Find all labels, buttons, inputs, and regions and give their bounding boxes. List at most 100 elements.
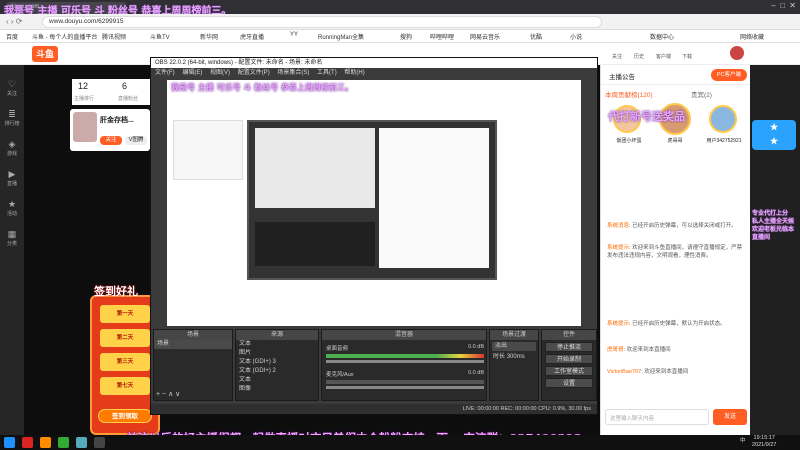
tab-announce[interactable]: 主播公告 bbox=[609, 71, 635, 81]
settings-button[interactable]: 设置 bbox=[545, 378, 593, 388]
bookmark-item[interactable]: RunningMan全集 bbox=[318, 32, 364, 41]
obs-titlebar[interactable]: OBS 22.0.2 (64-bit, windows) - 配置文件: 未命名… bbox=[151, 58, 597, 68]
mixer-dock: 混音器 桌面音频 0.0 dB 麦克风/Aux 0.0 dB bbox=[321, 329, 487, 401]
bookmark-item[interactable]: 数据中心 bbox=[650, 32, 674, 41]
bookmark-item[interactable]: 百度 bbox=[6, 32, 18, 41]
app-icon[interactable] bbox=[40, 437, 51, 448]
msg-user[interactable]: 系统消息 bbox=[607, 223, 629, 229]
window-controls[interactable]: – □ ✕ bbox=[771, 1, 796, 10]
source-item[interactable]: 图片 bbox=[236, 349, 318, 358]
header-icon-follow[interactable]: 关注 bbox=[612, 53, 622, 60]
menu-tools[interactable]: 工具(T) bbox=[317, 70, 337, 76]
start-icon[interactable] bbox=[4, 437, 15, 448]
nav-item-live[interactable]: ▶ 直播 bbox=[2, 169, 22, 187]
bookmark-item[interactable]: 搜狗 bbox=[400, 32, 412, 41]
send-button[interactable]: 发送 bbox=[713, 409, 747, 425]
studio-mode-button[interactable]: 工作室模式 bbox=[545, 366, 593, 376]
app-icon[interactable] bbox=[58, 437, 69, 448]
menu-file[interactable]: 文件(F) bbox=[155, 70, 175, 76]
scene-item[interactable]: 场景 bbox=[154, 340, 232, 349]
header-icon-history[interactable]: 历史 bbox=[634, 53, 644, 60]
mixer-slider[interactable] bbox=[326, 386, 484, 389]
chat-message: 虎哥哥: 欢迎来到本直播间 bbox=[607, 347, 671, 353]
duration-field[interactable]: 300ms bbox=[507, 354, 525, 360]
rank-sub[interactable]: 贵宾(2) bbox=[691, 89, 712, 99]
bookmark-item[interactable]: 斗鱼 - 每个人的直播平台 bbox=[32, 32, 97, 41]
bookmark-item[interactable]: 腾讯视频 bbox=[102, 32, 126, 41]
start-recording-button[interactable]: 开始录制 bbox=[545, 354, 593, 364]
mixer-slider[interactable] bbox=[326, 360, 484, 363]
rank-label[interactable]: 本周贡献榜(120) bbox=[605, 89, 653, 99]
address-bar: ‹ › ⟳ www.douyu.com/6299915 bbox=[0, 14, 800, 30]
obs-taskbar-icon[interactable] bbox=[94, 437, 105, 448]
pc-client-button[interactable]: PC客户端 bbox=[711, 69, 747, 81]
bookmark-item[interactable]: 哔哩哔哩 bbox=[430, 32, 454, 41]
msg-user[interactable]: 系统提示 bbox=[607, 245, 629, 251]
nav-item-game[interactable]: ◈ 游戏 bbox=[2, 139, 22, 157]
minimize-icon[interactable]: – bbox=[771, 1, 775, 10]
app-icon[interactable] bbox=[22, 437, 33, 448]
msg-user[interactable]: VictoriBao707 bbox=[607, 369, 641, 375]
bookmark-item[interactable]: YY bbox=[290, 32, 298, 38]
chat-input[interactable]: 这里输入聊天内容 bbox=[605, 409, 709, 425]
bookmark-item[interactable]: 小说 bbox=[570, 32, 582, 41]
stop-streaming-button[interactable]: 停止推流 bbox=[545, 342, 593, 352]
obs-preview[interactable]: 我是号 主播 可乐号 斗 粉丝号 恭喜上周周榜前三。 bbox=[167, 80, 581, 326]
menu-edit[interactable]: 编辑(E) bbox=[182, 70, 202, 76]
bookmark-item[interactable]: 优酷 bbox=[530, 32, 542, 41]
clock[interactable]: 19:15:17 2021/9/27 bbox=[752, 435, 776, 449]
gift-panel-title: 签到好礼 bbox=[94, 285, 138, 298]
maximize-icon[interactable]: □ bbox=[780, 1, 785, 10]
event-badge[interactable]: ★ ★ bbox=[752, 120, 796, 150]
sources-dock: 来源 文本 图片 文本 (GDI+) 3 文本 (GDI+) 2 文本 图像 bbox=[235, 329, 319, 401]
streamer-avatar[interactable] bbox=[73, 112, 97, 142]
menu-profile[interactable]: 配置文件(P) bbox=[238, 70, 270, 76]
signin-button[interactable]: 签到领取 bbox=[98, 409, 152, 423]
gift-day-3[interactable]: 第三天 bbox=[100, 353, 150, 371]
close-icon[interactable]: ✕ bbox=[789, 1, 796, 10]
user-name: 用户342752921 bbox=[706, 138, 742, 144]
source-item[interactable]: 文本 bbox=[236, 340, 318, 349]
taskbar: 中 19:15:17 2021/9/27 bbox=[0, 435, 800, 450]
streamer-stats: 12 主播排行 6 直播粉丝 bbox=[72, 79, 162, 105]
scene-add-icon[interactable]: + − ∧ ∨ bbox=[156, 390, 180, 398]
bookmark-item[interactable]: 新华网 bbox=[200, 32, 218, 41]
follow-button[interactable]: 关注 bbox=[100, 136, 122, 145]
app-icon[interactable] bbox=[76, 437, 87, 448]
transitions-header: 场景过渡 bbox=[490, 330, 538, 340]
menu-help[interactable]: 帮助(H) bbox=[344, 70, 364, 76]
gift-day-1[interactable]: 第一天 bbox=[100, 305, 150, 323]
nav-item-rank[interactable]: ≣ 排行榜 bbox=[2, 109, 22, 127]
gift-day-2[interactable]: 第二天 bbox=[100, 329, 150, 347]
douyu-logo[interactable]: 斗鱼 bbox=[32, 46, 58, 62]
avatar[interactable] bbox=[730, 46, 744, 60]
source-item[interactable]: 文本 (GDI+) 2 bbox=[236, 367, 318, 376]
obs-status-bar: LIVE: 00:00:00 REC: 00:00:00 CPU: 0.9%, … bbox=[151, 404, 597, 414]
header-icon-client[interactable]: 客户端 bbox=[656, 53, 671, 60]
back-icon[interactable]: ‹ › ⟳ bbox=[6, 17, 22, 26]
nav-item-event[interactable]: ★ 活动 bbox=[2, 199, 22, 217]
input-method[interactable]: 中 bbox=[740, 436, 746, 444]
header-icon-download[interactable]: 下载 bbox=[682, 53, 692, 60]
source-item[interactable]: 文本 (GDI+) 3 bbox=[236, 358, 318, 367]
bookmark-item[interactable]: 网络收藏 bbox=[740, 32, 764, 41]
nav-item-category[interactable]: ▦ 分类 bbox=[2, 229, 22, 247]
transition-select[interactable]: 淡出 bbox=[492, 342, 536, 351]
url-field[interactable]: www.douyu.com/6299915 bbox=[42, 16, 602, 28]
overlay-line: 私人主播全天候 bbox=[752, 218, 795, 225]
menu-view[interactable]: 视图(V) bbox=[210, 70, 230, 76]
mixer-track-db: 0.0 dB bbox=[468, 370, 484, 376]
mixer-meter bbox=[326, 354, 484, 358]
scenes-dock: 场景 场景 + − ∧ ∨ bbox=[153, 329, 233, 401]
nav-item-follow[interactable]: ♡ 关注 bbox=[2, 79, 22, 97]
msg-user[interactable]: 虎哥哥 bbox=[607, 347, 624, 353]
source-item[interactable]: 图像 bbox=[236, 385, 318, 394]
bookmark-item[interactable]: 虎牙直播 bbox=[240, 32, 264, 41]
bookmark-item[interactable]: 斗鱼TV bbox=[150, 32, 170, 41]
menu-scene-collection[interactable]: 场景集合(S) bbox=[277, 70, 309, 76]
vip-button[interactable]: V图腾 bbox=[125, 136, 147, 145]
msg-user[interactable]: 系统提示 bbox=[607, 321, 629, 327]
gift-day-7[interactable]: 第七天 bbox=[100, 377, 150, 395]
source-item[interactable]: 文本 bbox=[236, 376, 318, 385]
bookmark-item[interactable]: 网易云音乐 bbox=[470, 32, 500, 41]
